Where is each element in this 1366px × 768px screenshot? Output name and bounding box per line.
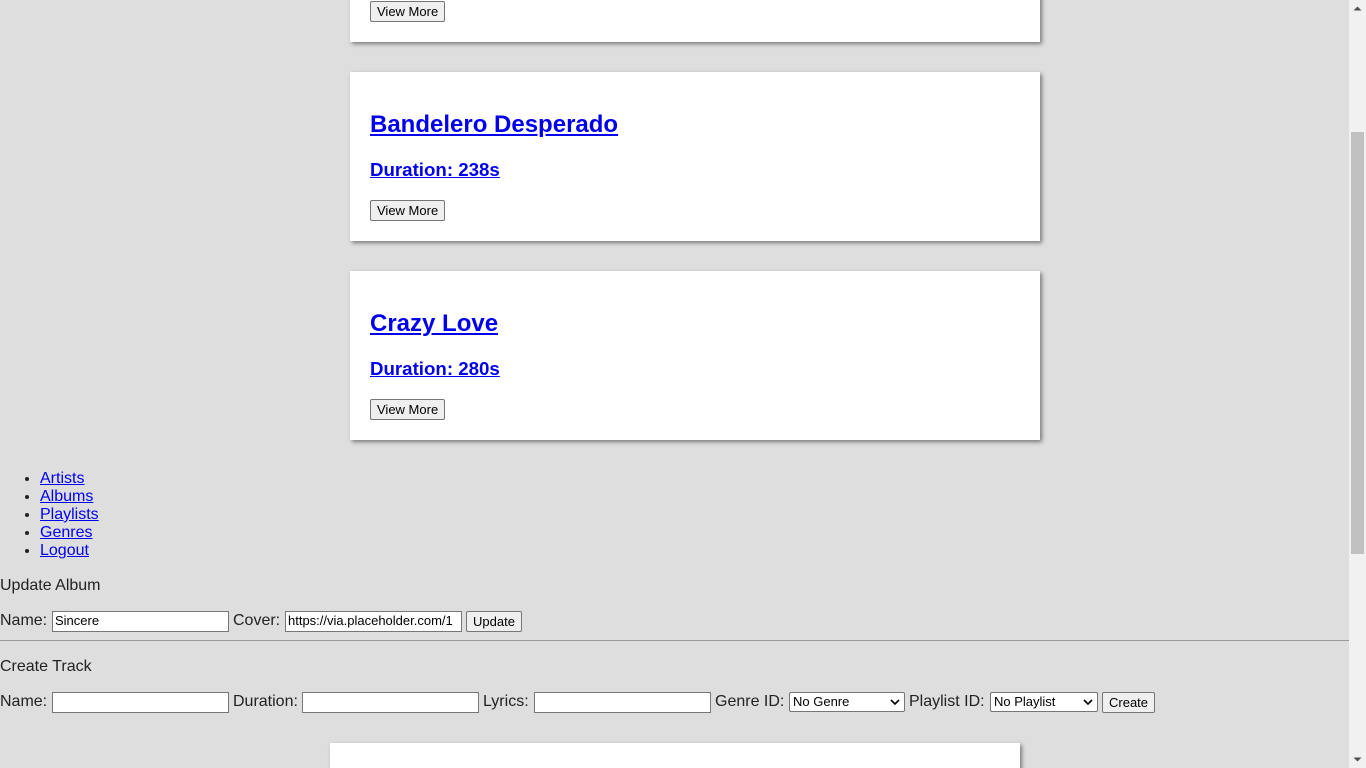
album-cover-input[interactable]: https://via.placeholder.com/1 xyxy=(285,611,462,632)
album-name-label: Name: xyxy=(0,612,48,629)
create-track-button[interactable]: Create xyxy=(1102,692,1156,713)
genre-id-label: Genre ID: xyxy=(715,693,785,710)
chevron-down-icon xyxy=(890,699,900,706)
track-lyrics-label: Lyrics: xyxy=(483,693,529,710)
view-more-button[interactable]: View More xyxy=(370,399,446,420)
track-name-label: Name: xyxy=(0,693,48,710)
chevron-down-icon xyxy=(1083,699,1093,706)
nav-item-playlists: Playlists xyxy=(40,506,99,524)
track-card: Bandelero Desperado Duration: 238s View … xyxy=(350,72,1040,241)
page: View More Bandelero Desperado Duration: … xyxy=(0,0,1366,768)
nav-item-artists: Artists xyxy=(40,470,99,488)
nav-link-logout[interactable]: Logout xyxy=(40,542,89,559)
nav-link-playlists[interactable]: Playlists xyxy=(40,506,99,523)
track-lyrics-input[interactable] xyxy=(534,692,711,713)
album-card xyxy=(330,743,1020,768)
track-card: View More xyxy=(350,0,1040,42)
scroll-down-arrow-icon[interactable] xyxy=(1349,751,1366,768)
scroll-up-arrow-icon[interactable] xyxy=(1349,0,1366,17)
album-cover-label: Cover: xyxy=(233,612,281,629)
playlist-select-value: No Playlist xyxy=(994,694,1056,709)
track-duration-link[interactable]: Duration: 280s xyxy=(370,358,500,380)
playlist-id-label: Playlist ID: xyxy=(909,693,985,710)
create-track-heading: Create Track xyxy=(0,658,92,675)
view-more-button[interactable]: View More xyxy=(370,200,446,221)
section-divider xyxy=(0,640,1349,641)
album-name-input[interactable]: Sincere xyxy=(52,611,229,632)
track-card: Crazy Love Duration: 280s View More xyxy=(350,271,1040,440)
vertical-scrollbar[interactable] xyxy=(1349,0,1366,768)
nav-link-artists[interactable]: Artists xyxy=(40,470,84,487)
track-name-input[interactable] xyxy=(52,692,229,713)
update-album-heading: Update Album xyxy=(0,577,101,594)
nav-item-logout: Logout xyxy=(40,542,99,560)
scrollbar-thumb[interactable] xyxy=(1351,132,1364,554)
view-more-button[interactable]: View More xyxy=(370,1,446,22)
track-duration-label: Duration: xyxy=(233,693,298,710)
genre-select-value: No Genre xyxy=(793,694,850,709)
nav-link-albums[interactable]: Albums xyxy=(40,488,93,505)
update-album-button[interactable]: Update xyxy=(466,611,522,632)
nav-link-genres[interactable]: Genres xyxy=(40,524,92,541)
nav-item-albums: Albums xyxy=(40,488,99,506)
track-duration-link[interactable]: Duration: 238s xyxy=(370,159,500,181)
track-title-link[interactable]: Bandelero Desperado xyxy=(370,111,618,139)
nav-item-genres: Genres xyxy=(40,524,99,542)
track-title-link[interactable]: Crazy Love xyxy=(370,310,498,338)
nav-list: Artists Albums Playlists Genres Logout xyxy=(0,470,99,560)
track-duration-input[interactable] xyxy=(302,692,479,713)
genre-select[interactable]: No Genre xyxy=(789,692,905,712)
playlist-select[interactable]: No Playlist xyxy=(990,692,1098,712)
